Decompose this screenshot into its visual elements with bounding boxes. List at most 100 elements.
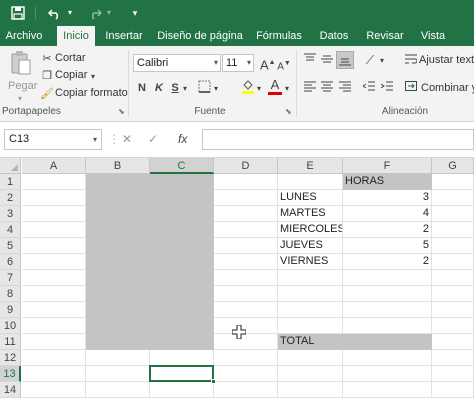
cell-g1[interactable] bbox=[432, 174, 474, 190]
cell-f8[interactable] bbox=[343, 286, 432, 302]
column-header-g[interactable]: G bbox=[432, 158, 474, 174]
cell-e13[interactable] bbox=[278, 366, 343, 382]
format-painter-icon[interactable]: 🖌 bbox=[40, 86, 54, 102]
cell-b6[interactable] bbox=[86, 254, 150, 270]
align-center-icon[interactable] bbox=[320, 80, 334, 97]
font-color-icon[interactable]: A bbox=[268, 78, 282, 95]
cell-a11[interactable] bbox=[22, 334, 86, 350]
name-box[interactable]: C13 ▾ bbox=[4, 129, 102, 150]
row-header-12[interactable]: 12 bbox=[0, 350, 21, 366]
cell-d6[interactable] bbox=[214, 254, 278, 270]
cell-f10[interactable] bbox=[343, 318, 432, 334]
row-header-1[interactable]: 1 bbox=[0, 174, 21, 190]
cell-c9[interactable] bbox=[150, 302, 214, 318]
cell-e3[interactable]: MARTES bbox=[278, 206, 343, 222]
cell-e6[interactable]: VIERNES bbox=[278, 254, 343, 270]
fill-color-dropdown-icon[interactable]: ▾ bbox=[255, 81, 263, 97]
align-bottom-icon[interactable] bbox=[336, 51, 354, 69]
cell-g9[interactable] bbox=[432, 302, 474, 318]
cell-b3[interactable] bbox=[86, 206, 150, 222]
italic-button[interactable]: K bbox=[152, 80, 166, 96]
fill-color-icon[interactable] bbox=[240, 79, 256, 99]
save-icon[interactable] bbox=[9, 4, 27, 22]
cell-f9[interactable] bbox=[343, 302, 432, 318]
cell-c10[interactable] bbox=[150, 318, 214, 334]
row-header-2[interactable]: 2 bbox=[0, 190, 21, 206]
cell-c2[interactable] bbox=[150, 190, 214, 206]
cell-a1[interactable] bbox=[22, 174, 86, 190]
cell-g11[interactable] bbox=[432, 334, 474, 350]
copy-label[interactable]: Copiar bbox=[55, 69, 87, 81]
cell-d5[interactable] bbox=[214, 238, 278, 254]
paste-dropdown-icon[interactable]: ▾ bbox=[15, 91, 25, 107]
align-left-icon[interactable] bbox=[303, 80, 317, 97]
row-header-4[interactable]: 4 bbox=[0, 222, 21, 238]
cell-e1[interactable] bbox=[278, 174, 343, 190]
cell-f12[interactable] bbox=[343, 350, 432, 366]
cell-g3[interactable] bbox=[432, 206, 474, 222]
formula-input[interactable] bbox=[202, 129, 474, 150]
cell-e8[interactable] bbox=[278, 286, 343, 302]
font-color-dropdown-icon[interactable]: ▾ bbox=[283, 81, 291, 97]
cell-c1[interactable] bbox=[150, 174, 214, 190]
cell-b11[interactable] bbox=[86, 334, 150, 350]
select-all-button[interactable] bbox=[0, 158, 21, 174]
cell-e5[interactable]: JUEVES bbox=[278, 238, 343, 254]
row-header-13[interactable]: 13 bbox=[0, 366, 21, 382]
cell-a12[interactable] bbox=[22, 350, 86, 366]
cell-g2[interactable] bbox=[432, 190, 474, 206]
orientation-dropdown-icon[interactable]: ▾ bbox=[378, 53, 386, 69]
cancel-icon[interactable]: ✕ bbox=[122, 131, 132, 147]
font-name-combo[interactable]: Calibri ▾ bbox=[133, 54, 221, 72]
cell-b14[interactable] bbox=[86, 382, 150, 398]
tab-insertar[interactable]: Insertar bbox=[101, 26, 147, 46]
cell-e12[interactable] bbox=[278, 350, 343, 366]
cell-e10[interactable] bbox=[278, 318, 343, 334]
cell-a6[interactable] bbox=[22, 254, 86, 270]
format-painter-label[interactable]: Copiar formato bbox=[55, 87, 128, 99]
copy-dropdown-icon[interactable]: ▾ bbox=[89, 69, 97, 85]
cell-a9[interactable] bbox=[22, 302, 86, 318]
column-header-b[interactable]: B bbox=[86, 158, 150, 174]
tab-formulas[interactable]: Fórmulas bbox=[253, 26, 305, 46]
cell-c7[interactable] bbox=[150, 270, 214, 286]
cell-d8[interactable] bbox=[214, 286, 278, 302]
fill-handle[interactable] bbox=[211, 379, 216, 384]
cell-a8[interactable] bbox=[22, 286, 86, 302]
font-size-combo[interactable]: 11 ▾ bbox=[222, 54, 254, 72]
merge-label[interactable]: Combinar y bbox=[421, 82, 474, 94]
underline-dropdown-icon[interactable]: ▾ bbox=[181, 81, 189, 97]
cell-e4[interactable]: MIERCOLES bbox=[278, 222, 343, 238]
cell-f6[interactable]: 2 bbox=[343, 254, 432, 270]
shrink-font-icon[interactable]: A▼ bbox=[277, 56, 291, 75]
insert-function-button[interactable]: fx bbox=[178, 131, 187, 147]
cell-e14[interactable] bbox=[278, 382, 343, 398]
cell-a10[interactable] bbox=[22, 318, 86, 334]
cell-e9[interactable] bbox=[278, 302, 343, 318]
redo-dropdown-icon[interactable]: ▾ bbox=[105, 4, 113, 22]
cut-icon[interactable]: ✂ bbox=[40, 51, 54, 67]
cell-g6[interactable] bbox=[432, 254, 474, 270]
cell-b2[interactable] bbox=[86, 190, 150, 206]
font-launcher-icon[interactable]: ⬊ bbox=[285, 107, 292, 116]
column-header-c[interactable]: C bbox=[150, 158, 214, 174]
row-header-8[interactable]: 8 bbox=[0, 286, 21, 302]
cell-c6[interactable] bbox=[150, 254, 214, 270]
wrap-text-label[interactable]: Ajustar texto bbox=[419, 54, 474, 66]
align-top-icon[interactable] bbox=[303, 53, 317, 70]
row-header-6[interactable]: 6 bbox=[0, 254, 21, 270]
tab-revisar[interactable]: Revisar bbox=[363, 26, 407, 46]
tab-archivo[interactable]: Archivo bbox=[0, 26, 48, 46]
cell-c4[interactable] bbox=[150, 222, 214, 238]
cell-b1[interactable] bbox=[86, 174, 150, 190]
cell-a2[interactable] bbox=[22, 190, 86, 206]
cell-b4[interactable] bbox=[86, 222, 150, 238]
tab-inicio[interactable]: Inicio bbox=[57, 26, 95, 46]
row-header-5[interactable]: 5 bbox=[0, 238, 21, 254]
worksheet-grid[interactable]: A B C D E F G 1 HORAS 2 LUNES 3 3 MARTES 4 4 MIERCOLES 2 5… bbox=[0, 158, 474, 400]
cell-g8[interactable] bbox=[432, 286, 474, 302]
increase-indent-icon[interactable] bbox=[380, 80, 394, 97]
tab-datos[interactable]: Datos bbox=[314, 26, 354, 46]
cell-f2[interactable]: 3 bbox=[343, 190, 432, 206]
row-header-9[interactable]: 9 bbox=[0, 302, 21, 318]
